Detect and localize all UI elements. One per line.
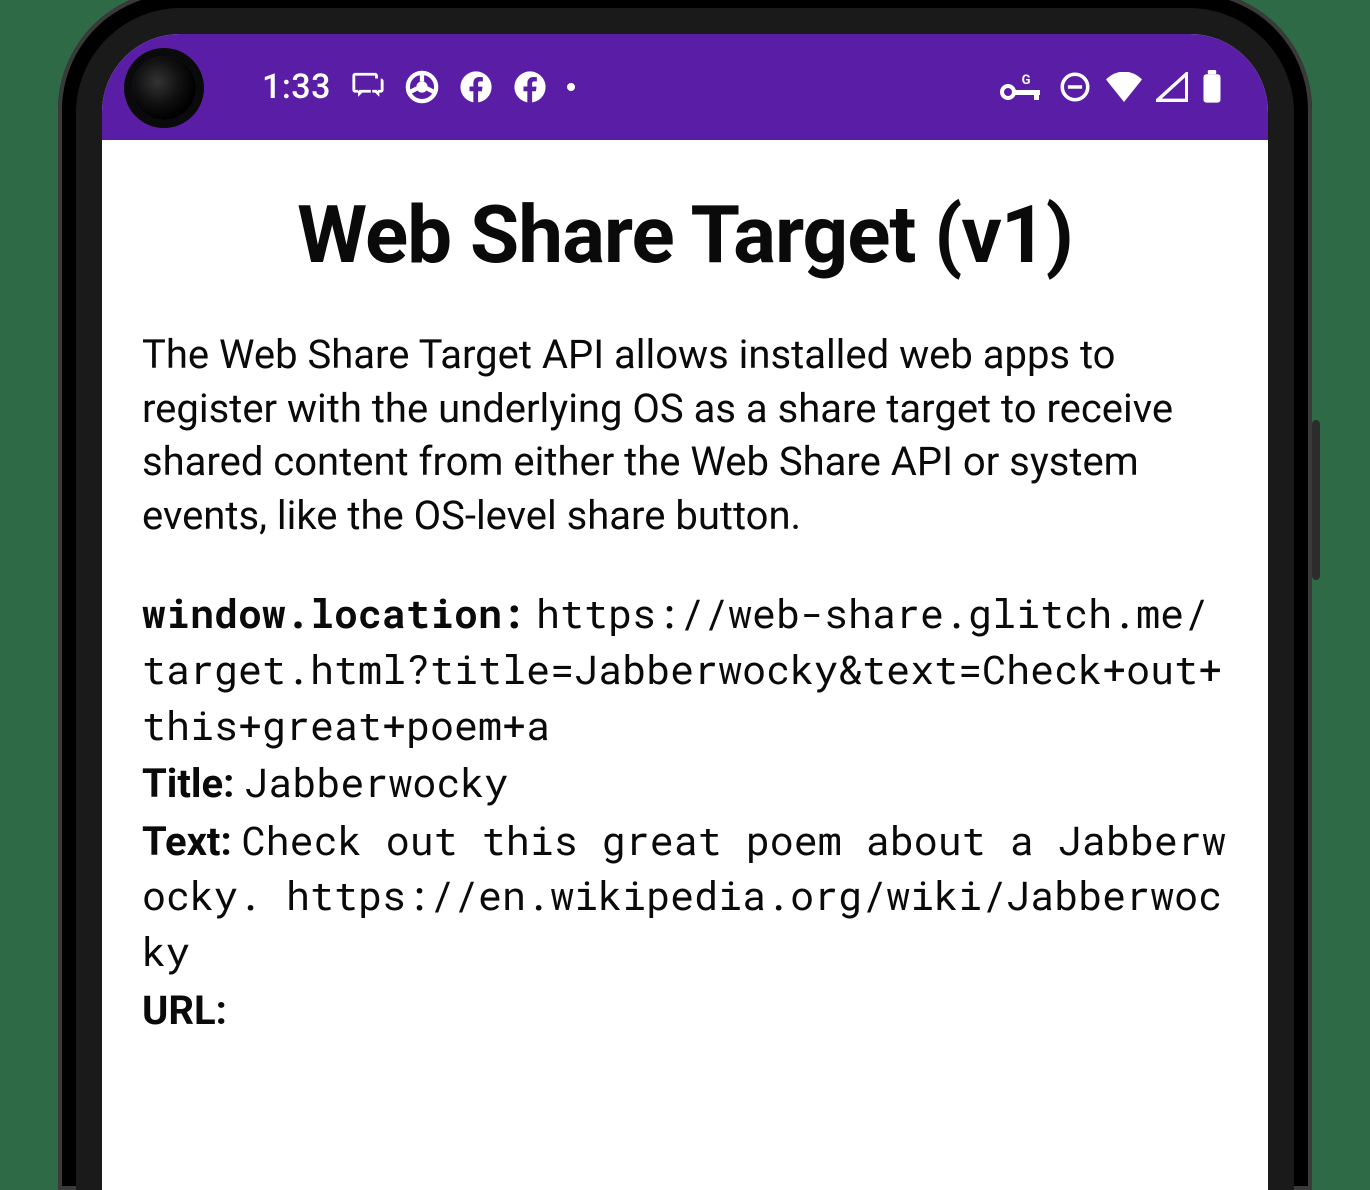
svg-text:G: G [1022,73,1031,88]
url-label: URL: [142,987,227,1034]
phone-bezel: 1:33 [76,8,1294,1190]
status-right: G [1000,70,1222,104]
messages-icon [351,70,385,104]
title-row: Title: Jabberwocky [142,755,1228,811]
page-description: The Web Share Target API allows installe… [142,328,1228,542]
location-label: window.location: [142,586,526,639]
facebook-icon-2 [513,70,547,104]
page-title: Web Share Target (v1) [142,188,1228,282]
location-row: window.location: https://web-share.glitc… [142,586,1228,753]
do-not-disturb-icon [1058,70,1092,104]
side-button [1312,420,1320,580]
status-left: 1:33 [262,67,575,107]
status-clock: 1:33 [262,67,331,107]
url-row: URL: [142,982,1228,1038]
title-value: Jabberwocky [244,755,508,808]
text-value: Check out this great poem about a Jabber… [142,813,1226,977]
text-label: Text: [142,818,232,865]
text-row: Text: Check out this great poem about a … [142,813,1228,980]
phone-frame: 1:33 [58,0,1312,1190]
phone-screen: 1:33 [102,34,1268,1190]
chrome-icon [405,70,439,104]
front-camera [132,56,196,120]
battery-icon [1202,70,1222,104]
vpn-key-icon: G [1000,72,1044,102]
overflow-dot-icon [567,83,575,91]
title-label: Title: [142,760,234,807]
wifi-icon [1106,72,1142,102]
status-bar: 1:33 [102,34,1268,140]
page-content: Web Share Target (v1) The Web Share Targ… [102,140,1268,1037]
cell-signal-icon [1156,72,1188,102]
facebook-icon [459,70,493,104]
